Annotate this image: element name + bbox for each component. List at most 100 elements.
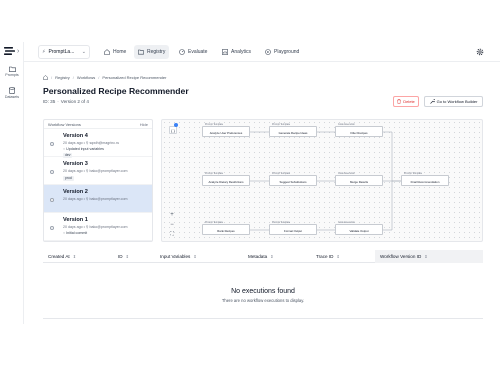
breadcrumb: / Registry / Workflows / Personalized Re…: [43, 75, 166, 80]
column-trace-id[interactable]: Trace ID ⇕: [311, 250, 375, 263]
message-icon: ◌: [63, 147, 66, 151]
version-name: Version 1: [63, 217, 88, 223]
column-label: ID: [118, 254, 123, 259]
node-type: Prompt Template: [272, 172, 291, 175]
delete-button[interactable]: Delete: [393, 96, 419, 107]
version-name: Version 2: [63, 189, 88, 195]
fit-view-button[interactable]: ⛶: [168, 230, 176, 238]
node-name: Filter Recipes: [350, 130, 368, 135]
workflow-versions-panel: Workflow Versions Hide Version 4 20 days…: [43, 119, 153, 242]
folder-icon: [138, 49, 144, 55]
version-radio[interactable]: [50, 170, 54, 174]
play-icon: [265, 49, 271, 55]
database-icon: [0, 87, 24, 94]
nav-home[interactable]: Home: [100, 45, 130, 59]
page-subtitle: ID: 35 · Version 2 of 4: [43, 99, 89, 104]
workflow-node[interactable]: Code Execution Validate Output: [335, 221, 383, 235]
version-row-1[interactable]: Version 1 20 days ago • ⚲ bako@promptlay…: [44, 213, 152, 241]
settings-button[interactable]: [474, 46, 486, 58]
rail-item-datasets[interactable]: Datasets: [0, 87, 24, 99]
breadcrumb-workflows[interactable]: Workflows: [77, 75, 95, 80]
node-name: Analyze User Preferences: [209, 130, 243, 135]
column-created-at[interactable]: Created At ⇕: [43, 250, 113, 263]
breadcrumb-separator: /: [72, 75, 74, 80]
sort-icon[interactable]: ⇕: [193, 254, 196, 259]
workflow-node[interactable]: Prompt Template Suggest Substitutions: [269, 172, 317, 186]
node-type: Code Execution: [338, 172, 355, 175]
workflow-node[interactable]: Code Execution Filter Recipes: [335, 123, 383, 137]
rail-item-label: Prompts: [5, 73, 19, 77]
workflow-node[interactable]: Prompt Template Generate Recipe Ideas: [269, 123, 317, 137]
workflow-node[interactable]: Code Execution Merge Results: [335, 172, 383, 186]
home-icon: [104, 49, 110, 55]
hide-versions-button[interactable]: Hide: [140, 122, 148, 127]
nav-playground[interactable]: Playground: [261, 45, 303, 59]
canvas-expand-button[interactable]: { }: [169, 126, 177, 134]
rail-item-prompts[interactable]: Prompts: [0, 66, 24, 77]
version-radio[interactable]: [50, 226, 54, 230]
top-margin: [0, 0, 500, 42]
project-selector[interactable]: ⚡ PromptLa... ⌄: [38, 45, 90, 59]
column-workflow-version-id[interactable]: Workflow Version ID ⇕: [375, 250, 483, 263]
column-metadata[interactable]: Metadata ⇕: [243, 250, 311, 263]
node-name: Merge Results: [349, 179, 369, 184]
column-label: Workflow Version ID: [380, 254, 422, 259]
zoom-in-button[interactable]: +: [168, 211, 176, 219]
folder-icon: [0, 66, 24, 72]
app-logo-icon[interactable]: [4, 47, 15, 55]
message-icon: ◌: [63, 231, 66, 235]
workflow-canvas[interactable]: Prompt Template Analyze User Preferences…: [161, 119, 483, 242]
column-label: Created At: [48, 254, 70, 259]
sort-icon[interactable]: ⇕: [126, 254, 129, 259]
version-radio[interactable]: [50, 198, 54, 202]
column-input-variables[interactable]: Input Variables ⇕: [155, 250, 243, 263]
breadcrumb-separator: /: [51, 75, 53, 80]
column-label: Input Variables: [160, 254, 191, 259]
column-label: Trace ID: [316, 254, 334, 259]
bottom-margin: [0, 324, 500, 375]
sort-icon[interactable]: ⇕: [73, 254, 76, 259]
version-name: Version 4: [63, 133, 88, 139]
sort-icon[interactable]: ⇕: [270, 254, 273, 259]
node-type: Prompt Template: [272, 221, 291, 224]
version-note: Initial commit: [66, 231, 88, 235]
nav-registry[interactable]: Registry: [134, 45, 170, 59]
rail-item-label: Datasets: [4, 95, 20, 99]
project-name: PromptLa...: [48, 49, 75, 55]
version-radio[interactable]: [50, 142, 54, 146]
version-meta: 20 days ago • ⚲ bako@promptlayer.com: [63, 169, 128, 173]
project-icon: ⚡: [42, 49, 46, 55]
node-type: Code Execution: [338, 123, 355, 126]
workflow-node[interactable]: Prompt Template Analyze User Preferences: [202, 123, 250, 137]
home-icon[interactable]: [43, 75, 48, 80]
sort-icon[interactable]: ⇕: [424, 254, 427, 259]
zoom-out-button[interactable]: −: [168, 221, 176, 229]
chevron-down-icon: ⌄: [81, 49, 86, 55]
version-meta: 20 days ago • ⚲ sqwlh@magrinc.ru: [63, 141, 120, 145]
breadcrumb-registry[interactable]: Registry: [55, 75, 70, 80]
delete-label: Delete: [403, 99, 415, 104]
nav-evaluate[interactable]: Evaluate: [175, 45, 211, 59]
executions-table-header: Created At ⇕ ID ⇕ Input Variables ⇕ Metadat…: [43, 250, 483, 263]
node-name: Format Output: [283, 228, 303, 233]
version-row-3[interactable]: Version 3 20 days ago • ⚲ bako@promptlay…: [44, 157, 152, 185]
gear-icon: [476, 48, 484, 56]
breadcrumb-current: Personalized Recipe Recommender: [102, 75, 167, 80]
column-id[interactable]: ID ⇕: [113, 250, 155, 263]
workflow-node[interactable]: Prompt Template Analyze Dietary Restrict…: [202, 172, 250, 186]
version-row-4[interactable]: Version 4 20 days ago • ⚲ sqwlh@magrinc.…: [44, 129, 152, 158]
sort-icon[interactable]: ⇕: [336, 254, 339, 259]
go-to-workflow-builder-button[interactable]: Go to Workflow Builder: [424, 96, 483, 107]
node-name: Rank Recipes: [217, 228, 235, 233]
nav-analytics[interactable]: Analytics: [218, 45, 255, 59]
workflow-node[interactable]: Prompt Template Rank Recipes: [202, 221, 250, 235]
empty-state-title: No executions found: [231, 288, 295, 295]
workflow-node[interactable]: Prompt Template Format Output: [269, 221, 317, 235]
version-commit-message: ◌ Updated input variables: [63, 147, 104, 151]
table-footer: [43, 318, 483, 323]
version-meta: 20 days ago • ⚲ bako@promptlayer.com: [63, 225, 128, 229]
version-row-2[interactable]: Version 2 20 days ago • ⚲ bako@promptlay…: [44, 185, 152, 213]
workflow-node[interactable]: Prompt Template Final Recommendation: [401, 172, 449, 186]
node-name: Suggest Substitutions: [279, 179, 307, 184]
collapse-chevron-icon[interactable]: ›: [17, 48, 19, 55]
